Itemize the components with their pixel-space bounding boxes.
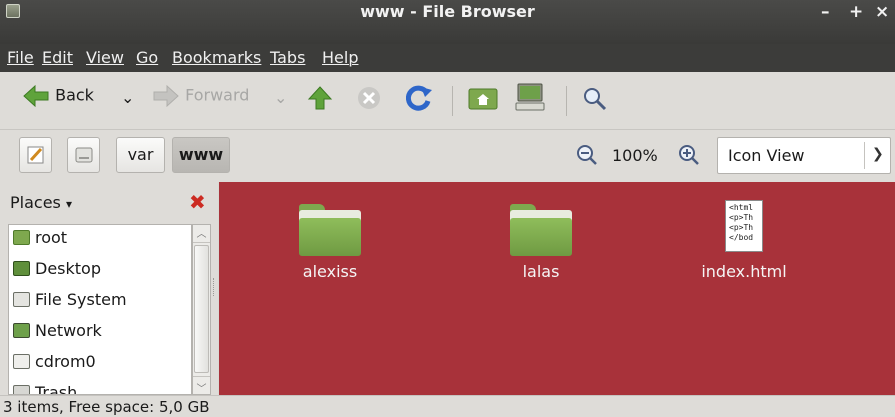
pane-splitter[interactable] — [211, 182, 218, 395]
zoom-out-button[interactable] — [576, 144, 598, 170]
chevron-down-icon: ▾ — [65, 197, 72, 211]
search-button[interactable] — [582, 86, 608, 116]
sidebar-item-network[interactable]: Network — [13, 321, 102, 345]
maximize-button[interactable]: + — [849, 2, 863, 22]
menu-file[interactable]: File — [7, 48, 34, 67]
close-window-button[interactable]: × — [875, 2, 889, 22]
menu-tabs[interactable]: Tabs — [270, 48, 305, 67]
toolbar-separator — [566, 86, 567, 116]
home-folder-icon — [13, 230, 30, 245]
toolbar: Back ⌄ Forward ⌄ — [0, 72, 895, 130]
toggle-location-entry-button[interactable] — [19, 137, 52, 173]
sidebar-item-desktop[interactable]: Desktop — [13, 259, 101, 283]
back-button[interactable]: Back — [22, 84, 94, 108]
crumb-www[interactable]: www — [172, 137, 230, 173]
sidebar-item-file-system[interactable]: File System — [13, 290, 127, 314]
view-mode-select[interactable]: Icon View ❯ — [717, 137, 891, 174]
file-item-alexiss[interactable]: alexiss — [265, 204, 395, 281]
file-label: lalas — [522, 262, 560, 281]
network-icon — [13, 323, 30, 338]
title-bar: www - File Browser – + × — [0, 0, 895, 44]
sidebar-item-label: Network — [35, 321, 102, 340]
sidebar-item-cdrom0[interactable]: cdrom0 — [13, 352, 96, 376]
home-folder-icon — [468, 88, 498, 110]
crumb-var[interactable]: var — [116, 137, 165, 173]
trash-icon — [13, 385, 30, 394]
sidebar-item-label: Trash — [35, 383, 78, 395]
stop-button[interactable] — [357, 86, 381, 114]
folder-icon — [510, 204, 572, 256]
minimize-button[interactable]: – — [821, 2, 830, 22]
back-label: Back — [55, 85, 94, 105]
home-button[interactable] — [468, 85, 498, 115]
zoom-in-button[interactable] — [678, 144, 700, 170]
drive-icon — [13, 292, 30, 307]
scrollbar-thumb[interactable] — [194, 245, 209, 373]
reload-button[interactable] — [405, 84, 433, 116]
toolbar-separator — [452, 86, 453, 116]
sidebar-item-label: File System — [35, 290, 127, 309]
up-button[interactable] — [307, 85, 333, 115]
optical-drive-icon — [13, 354, 30, 369]
splitter-grip — [213, 278, 216, 296]
html-preview-line: </bod — [729, 233, 754, 242]
menu-go[interactable]: Go — [136, 48, 158, 67]
menu-bookmarks[interactable]: Bookmarks — [172, 48, 261, 67]
sidebar-item-label: Desktop — [35, 259, 101, 278]
reload-icon — [405, 85, 432, 111]
close-sidebar-icon[interactable]: ✖ — [189, 190, 206, 214]
scroll-up-icon[interactable]: ︿ — [193, 225, 210, 243]
menu-view[interactable]: View — [86, 48, 124, 67]
zoom-out-icon — [577, 145, 597, 165]
desktop-icon — [13, 261, 30, 276]
root-crumb-button[interactable] — [67, 137, 100, 173]
forward-arrow-icon — [153, 84, 179, 108]
location-bar: var www 100% Icon View ❯ — [0, 130, 895, 182]
computer-button[interactable] — [515, 82, 545, 116]
file-item-index-html[interactable]: <html <p>Th <p>Th </bod index.html — [679, 200, 809, 281]
file-label: index.html — [701, 262, 787, 281]
zoom-in-icon — [679, 145, 699, 165]
sidebar-item-root[interactable]: root — [13, 228, 67, 252]
computer-icon — [515, 83, 545, 111]
forward-history-dropdown[interactable]: ⌄ — [274, 88, 287, 107]
places-list: root Desktop File System Network cdrom0 … — [8, 224, 192, 395]
html-preview-line: <p>Th — [729, 223, 754, 232]
status-bar: 3 items, Free space: 5,0 GB — [0, 395, 895, 417]
up-arrow-icon — [307, 86, 333, 110]
html-preview-line: <p>Th — [729, 213, 754, 222]
sidebar-item-label: root — [35, 228, 68, 247]
sidebar-header: Places ▾ ✖ — [0, 182, 218, 224]
scroll-down-icon[interactable]: ﹀ — [193, 376, 210, 395]
html-preview-line: <html — [729, 203, 754, 212]
chevron-down-icon: ❯ — [872, 146, 884, 162]
status-text: 3 items, Free space: 5,0 GB — [3, 398, 210, 416]
places-selector[interactable]: Places ▾ — [10, 193, 72, 212]
file-label: alexiss — [302, 262, 358, 281]
sidebar-scrollbar[interactable]: ︿ ﹀ — [192, 224, 211, 395]
places-label: Places — [10, 193, 61, 212]
window-title: www - File Browser — [360, 2, 535, 21]
view-mode-value: Icon View — [728, 146, 805, 165]
forward-label: Forward — [185, 85, 250, 105]
forward-button[interactable]: Forward — [152, 84, 249, 108]
zoom-level: 100% — [612, 146, 658, 165]
sidebar-item-label: cdrom0 — [35, 352, 96, 371]
drive-icon — [75, 147, 93, 163]
back-history-dropdown[interactable]: ⌄ — [121, 88, 134, 107]
menu-help[interactable]: Help — [322, 48, 358, 67]
select-divider — [864, 142, 865, 169]
menu-edit[interactable]: Edit — [42, 48, 73, 67]
edit-pencil-icon — [27, 146, 44, 164]
back-arrow-icon — [23, 84, 49, 108]
sidebar-item-trash[interactable]: Trash — [13, 383, 78, 395]
html-file-icon: <html <p>Th <p>Th </bod — [725, 200, 763, 252]
file-view: alexiss lalas <html <p>Th <p>Th </bod in… — [219, 182, 895, 395]
folder-icon — [299, 204, 361, 256]
menu-bar: File Edit View Go Bookmarks Tabs Help — [0, 44, 895, 72]
file-item-lalas[interactable]: lalas — [476, 204, 606, 281]
search-icon — [584, 88, 607, 111]
sidebar: Places ▾ ✖ root Desktop File System Netw… — [0, 182, 218, 395]
stop-icon — [358, 87, 380, 109]
